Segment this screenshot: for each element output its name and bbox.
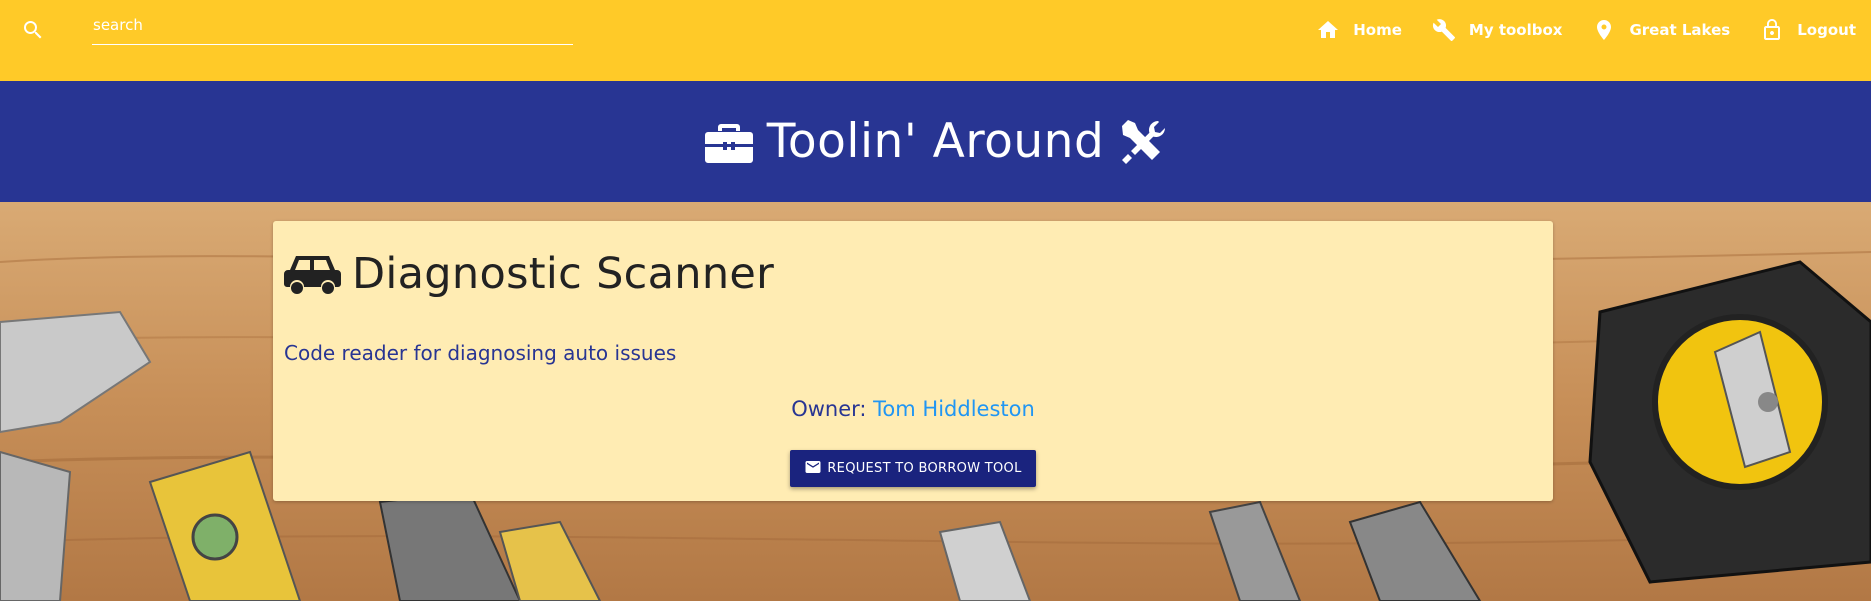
search-input[interactable] <box>92 10 573 40</box>
lock-icon <box>1764 18 1781 40</box>
search-icon[interactable] <box>21 18 45 42</box>
search-field <box>92 10 573 45</box>
tool-owner: Owner: Tom Hiddleston <box>273 397 1553 421</box>
nav-great-lakes-label: Great Lakes <box>1629 20 1731 39</box>
home-icon <box>1318 20 1339 38</box>
nav-great-lakes[interactable]: Great Lakes <box>1577 0 1745 59</box>
nav-home-label: Home <box>1353 20 1402 39</box>
site-banner: Toolin' Around <box>0 81 1871 202</box>
nav-logout-label: Logout <box>1797 20 1856 39</box>
site-title: Toolin' Around <box>766 114 1105 169</box>
owner-label: Owner: <box>791 397 867 421</box>
owner-link[interactable]: Tom Hiddleston <box>873 397 1035 421</box>
tool-name: Diagnostic Scanner <box>352 249 775 299</box>
nav-links: Home My toolbox Great Lakes Logout <box>1301 0 1871 59</box>
mail-icon <box>805 461 821 473</box>
nav-my-toolbox[interactable]: My toolbox <box>1417 0 1578 59</box>
tool-heading: Diagnostic Scanner <box>284 249 774 299</box>
banner-heading: Toolin' Around <box>704 114 1167 169</box>
nav-logout[interactable]: Logout <box>1745 0 1871 59</box>
tool-description: Code reader for diagnosing auto issues <box>284 341 677 365</box>
nav-my-toolbox-label: My toolbox <box>1468 20 1563 39</box>
location-pin-icon <box>1597 19 1612 40</box>
car-icon <box>284 256 341 294</box>
toolbox-icon <box>704 123 753 163</box>
request-borrow-button[interactable]: REQUEST TO BORROW TOOL <box>790 450 1036 487</box>
nav-home[interactable]: Home <box>1301 0 1417 59</box>
top-nav: Home My toolbox Great Lakes Logout <box>0 0 1871 81</box>
wrench-icon <box>1432 18 1455 41</box>
tools-icon <box>1122 119 1166 164</box>
tool-detail-card: Diagnostic Scanner Code reader for diagn… <box>273 221 1553 501</box>
request-borrow-label: REQUEST TO BORROW TOOL <box>827 461 1022 476</box>
